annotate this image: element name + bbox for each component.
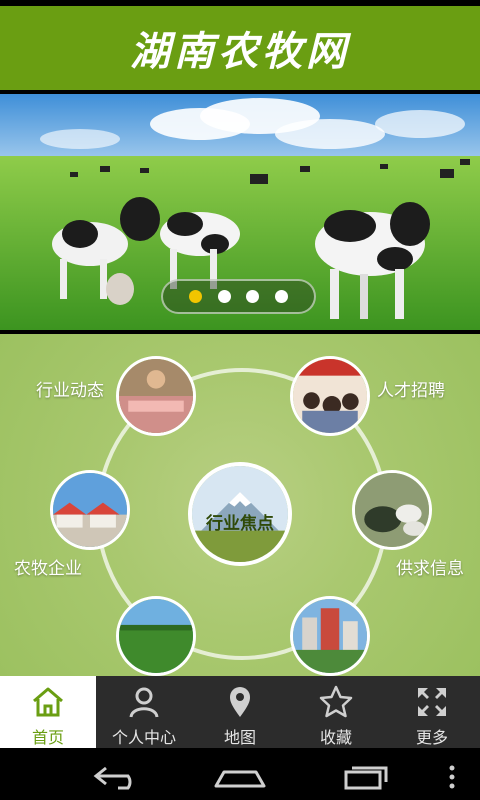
menu-label-enterprises: 农牧企业 (14, 559, 82, 579)
tab-label: 个人中心 (111, 728, 176, 747)
city-photo (293, 599, 367, 673)
circular-menu: 行业焦点 行业动态 人才招聘 农牧企业 供求信息 (0, 334, 480, 676)
carousel-dot[interactable] (275, 290, 289, 303)
system-nav-bar (0, 748, 480, 800)
tab-map[interactable]: 地图 (192, 676, 288, 748)
app-header: 湖南农牧网 (0, 6, 480, 90)
carousel-dot[interactable] (217, 290, 231, 303)
menu-center-label: 行业焦点 (206, 514, 274, 534)
menu-item-industry-news[interactable] (116, 356, 196, 436)
menu-item-city[interactable] (290, 596, 370, 676)
person-icon (129, 687, 159, 718)
recruitment-photo (293, 359, 367, 433)
menu-item-enterprises[interactable] (50, 470, 130, 550)
menu-item-supply-demand[interactable] (352, 470, 432, 550)
tab-label: 地图 (223, 728, 256, 747)
tab-label: 收藏 (319, 728, 352, 747)
expand-icon (418, 688, 446, 716)
tab-label: 首页 (31, 728, 64, 747)
menu-item-grassland[interactable] (116, 596, 196, 676)
tab-profile[interactable]: 个人中心 (96, 676, 192, 748)
carousel-dot[interactable] (246, 290, 260, 303)
menu-label-recruitment: 人才招聘 (377, 381, 445, 401)
menu-center-industry-focus[interactable]: 行业焦点 (188, 462, 292, 566)
carousel-indicator[interactable] (161, 279, 316, 314)
tab-home[interactable]: 首页 (0, 676, 96, 748)
farm-buildings-photo (53, 473, 127, 547)
star-icon (319, 685, 353, 718)
bottom-tab-bar: 首页 个人中心 地图 收藏 更多 (0, 676, 480, 748)
app-title: 湖南农牧网 (130, 28, 350, 75)
grassland-photo (119, 599, 193, 673)
overflow-menu-icon[interactable] (446, 764, 458, 790)
tab-favorites[interactable]: 收藏 (288, 676, 384, 748)
market-photo (119, 359, 193, 433)
menu-item-recruitment[interactable] (290, 356, 370, 436)
home-icon (33, 687, 63, 717)
menu-label-supply-demand: 供求信息 (396, 559, 464, 579)
map-pin-icon (230, 687, 250, 717)
tab-more[interactable]: 更多 (384, 676, 480, 748)
sheep-photo (355, 473, 429, 547)
menu-label-industry-news: 行业动态 (36, 381, 104, 401)
carousel-dot[interactable] (188, 290, 202, 303)
back-icon[interactable] (92, 764, 148, 790)
recent-apps-icon[interactable] (336, 764, 392, 790)
home-nav-icon[interactable] (212, 764, 268, 790)
tab-label: 更多 (415, 728, 448, 747)
